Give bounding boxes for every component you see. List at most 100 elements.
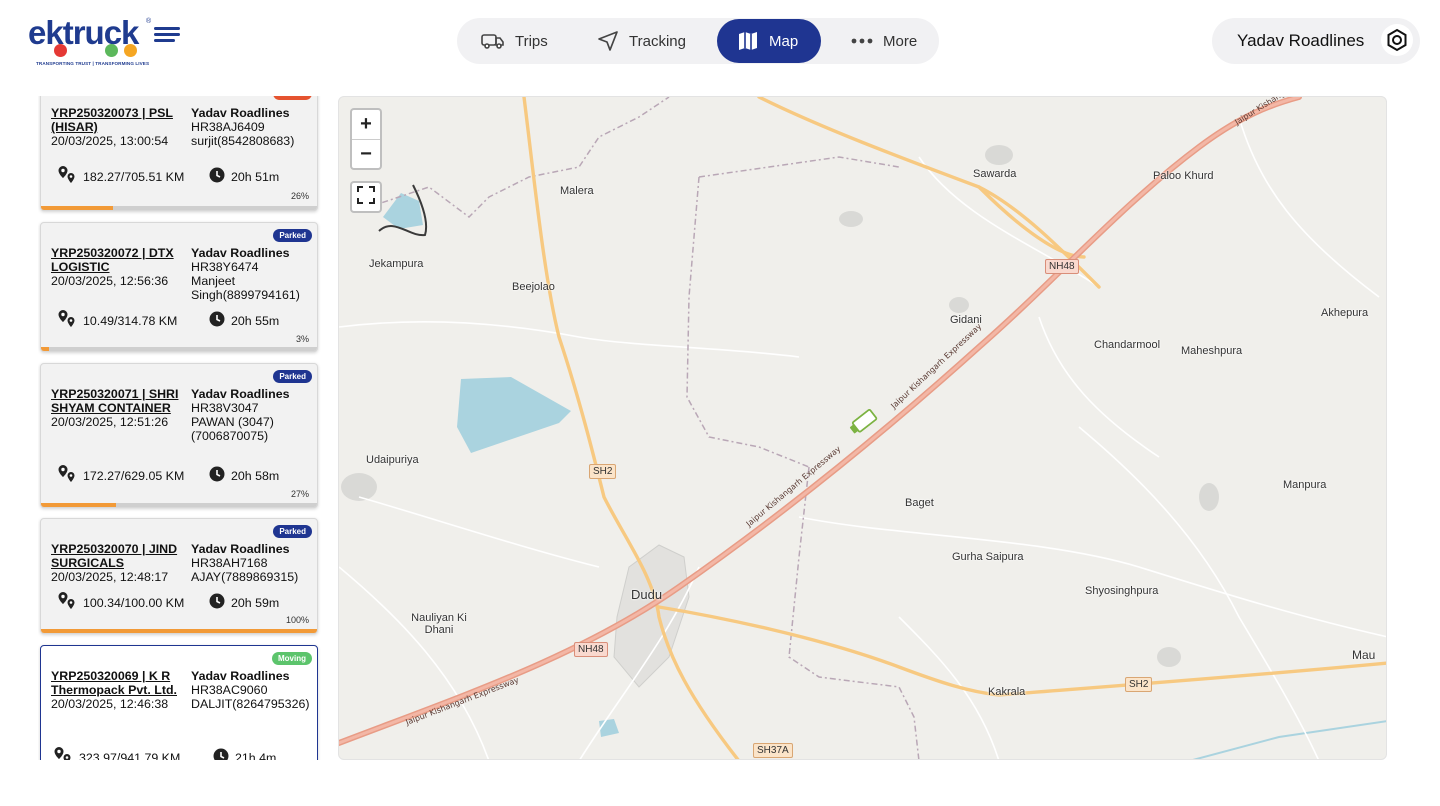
trip-progress-label: 26% [290,191,309,201]
place-label: Maheshpura [1181,345,1243,357]
logo-dot-red [54,44,67,57]
fullscreen-button[interactable] [350,181,382,213]
place-label: Manpura [1283,479,1327,491]
road-shield-nh48: NH48 [1045,259,1079,274]
trip-date: 20/03/2025, 13:00:54 [51,134,169,148]
place-label-town: Dudu [631,587,663,602]
trip-id-link[interactable]: YRP250320069 | K R Thermopack Pvt. Ltd. [51,669,179,697]
top-header: ektruck ® TRANSPORTING TRUST | TRANSFORM… [0,0,1440,82]
trip-driver: PAWAN (3047) (7006870075) [191,415,274,443]
trip-id-link[interactable]: YRP250320073 | PSL (HISAR) [51,106,179,134]
route-pin-icon [57,309,77,332]
trip-distance: 323.97/941.79 KM [53,746,180,760]
status-badge: Parked [273,525,312,538]
account-name: Yadav Roadlines [1237,31,1365,50]
tab-more[interactable]: More [837,18,931,64]
trip-id-link[interactable]: YRP250320071 | SHRI SHYAM CONTAINER [51,387,179,415]
trip-card[interactable]: Parked YRP250320072 | DTX LOGISTIC 20/03… [40,222,318,352]
route-pin-icon [53,746,73,760]
trip-duration: 20h 55m [209,311,279,330]
place-label: Udaipuriya [366,454,419,466]
trip-duration: 21h 4m [213,748,276,760]
trip-distance: 10.49/314.78 KM [57,309,177,332]
road-shield-nh48: NH48 [574,642,608,657]
expressway-label: Jaipur Kishangarh Expressway [744,444,843,529]
ektruck-logo[interactable]: ektruck ® TRANSPORTING TRUST | TRANSFORM… [28,14,184,70]
place-label: Kakrala [988,686,1026,698]
logo-dot-green [105,44,118,57]
trip-org: Yadav Roadlines [191,387,290,401]
trip-duration-value: 20h 58m [231,468,280,483]
clock-icon [209,311,225,330]
tab-trips[interactable]: Trips [467,18,562,64]
trip-duration: 20h 51m [209,167,279,186]
trip-vehicle: HR38AJ6409 [191,120,265,134]
trip-driver: Manjeet Singh(8899794161) [191,274,300,302]
trip-progress-fill [41,206,113,210]
place-label: Nauliyan Ki Dhani [411,612,467,636]
trip-duration: 20h 59m [209,593,279,612]
fullscreen-icon [357,185,375,209]
place-label: Beejolao [512,281,555,293]
trip-vehicle: HR38AC9060 [191,683,268,697]
trip-distance: 100.34/100.00 KM [57,591,184,614]
tab-tracking[interactable]: Tracking [583,18,700,64]
trip-duration-value: 20h 55m [231,313,280,328]
route-pin-icon [57,165,77,188]
trip-progress-fill [41,629,317,633]
route-pin-icon [57,464,77,487]
clock-icon [209,466,225,485]
trip-org: Yadav Roadlines [191,106,290,120]
trip-vehicle: HR38V3047 [191,401,259,415]
trip-id-link[interactable]: YRP250320070 | JIND SURGICALS [51,542,179,570]
trip-distance: 172.27/629.05 KM [57,464,184,487]
lake-shape [457,377,571,453]
trip-card[interactable]: Parked YRP250320073 | PSL (HISAR) 20/03/… [40,96,318,211]
place-label: Akhepura [1321,307,1369,319]
status-badge: Moving [272,652,312,665]
zoom-in-button[interactable]: + [352,110,380,139]
clock-icon [209,593,225,612]
trip-date: 20/03/2025, 12:48:17 [51,570,169,584]
trip-progress-bar [41,347,317,351]
place-label: Gurha Saipura [952,551,1024,563]
clock-icon [209,167,225,186]
trip-vehicle: HR38Y6474 [191,260,259,274]
place-label: Shyosinghpura [1085,585,1159,597]
tab-more-label: More [883,32,918,50]
zoom-control: + − [350,108,382,170]
trip-list[interactable]: Parked YRP250320073 | PSL (HISAR) 20/03/… [38,96,322,760]
trip-distance-value: 182.27/705.51 KM [83,169,185,184]
truck-icon [481,32,505,50]
trip-progress-fill [41,347,50,351]
map-view[interactable]: Jaipur Kishangarh Expressway Jaipur Kish… [338,96,1387,760]
trip-driver: DALJIT(8264795326) [191,697,310,711]
tab-map[interactable]: Map [717,19,821,63]
tab-trips-label: Trips [515,32,548,50]
expressway-label: Jaipur Kishangarh Expressway [404,675,521,727]
settings-hex-icon[interactable] [1381,24,1413,56]
route-pin-icon [57,591,77,614]
status-badge: Parked [273,96,312,100]
logo-dot-orange [124,44,137,57]
trip-org: Yadav Roadlines [191,669,290,683]
logo-wordmark: ektruck [28,14,139,51]
trip-card-selected[interactable]: Moving YRP250320069 | K R Thermopack Pvt… [40,645,318,760]
road-shield-sh2: SH2 [1125,677,1153,692]
trip-duration-value: 21h 4m [235,750,277,761]
trip-duration-value: 20h 51m [231,169,280,184]
trip-distance-value: 172.27/629.05 KM [83,468,185,483]
trip-progress-fill [41,503,116,507]
zoom-out-button[interactable]: − [352,139,380,168]
trip-card[interactable]: Parked YRP250320071 | SHRI SHYAM CONTAIN… [40,363,318,508]
trip-id-link[interactable]: YRP250320072 | DTX LOGISTIC [51,246,179,274]
trip-card[interactable]: Parked YRP250320070 | JIND SURGICALS 20/… [40,518,318,634]
tab-tracking-label: Tracking [629,32,686,50]
clock-icon [213,748,229,760]
navigation-arrow-icon [597,30,619,52]
status-badge: Parked [273,370,312,383]
place-label: Sawarda [973,168,1017,180]
place-label: Jekampura [369,258,424,270]
place-label: Baget [905,497,934,509]
trip-distance-value: 323.97/941.79 KM [79,750,181,761]
